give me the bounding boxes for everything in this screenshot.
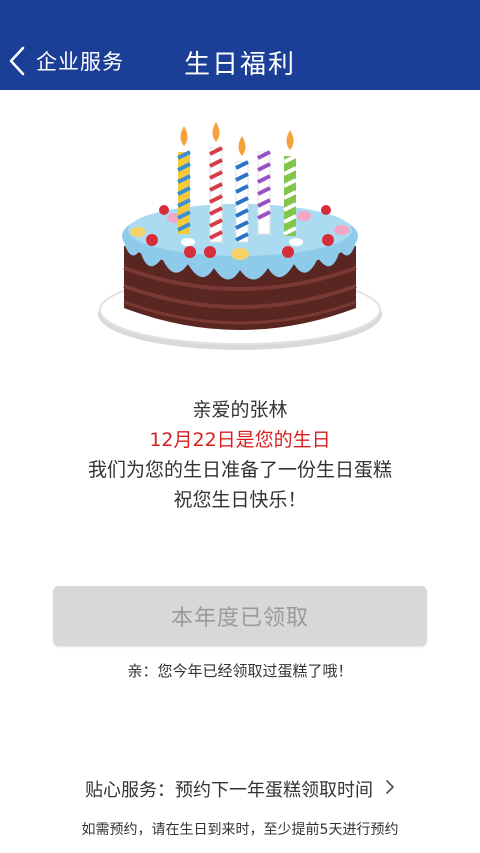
birthday-message: 亲爱的张林 12月22日是您的生日 我们为您的生日准备了一份生日蛋糕 祝您生日快… — [0, 395, 480, 515]
birthday-cake-icon — [90, 118, 390, 368]
wish-text: 祝您生日快乐！ — [173, 489, 307, 511]
gift-text: 我们为您的生日准备了一份生日蛋糕 — [87, 459, 392, 481]
birthday-date-text: 12月22日是您的生日 — [149, 429, 331, 451]
header-bar: 企业服务 生日福利 — [0, 0, 480, 90]
claimed-note: 亲：您今年已经领取过蛋糕了哦！ — [127, 662, 353, 680]
chevron-right-icon — [385, 779, 395, 800]
reserve-service-label: 贴心服务：预约下一年蛋糕领取时间 — [85, 780, 373, 801]
page-title: 生日福利 — [183, 50, 296, 80]
reservation-footnote: 如需预约，请在生日到来时，至少提前5天进行预约 — [81, 822, 399, 838]
greeting-text: 亲爱的张林 — [192, 399, 288, 421]
reserve-next-year-link[interactable]: 贴心服务：预约下一年蛋糕领取时间 — [0, 772, 480, 806]
birthday-benefit-page: 企业服务 生日福利 亲爱的张林 12月22日是您的生日 我们为您的生日准备了一份… — [0, 0, 480, 853]
claim-cake-button[interactable]: 本年度已领取 — [53, 586, 427, 646]
